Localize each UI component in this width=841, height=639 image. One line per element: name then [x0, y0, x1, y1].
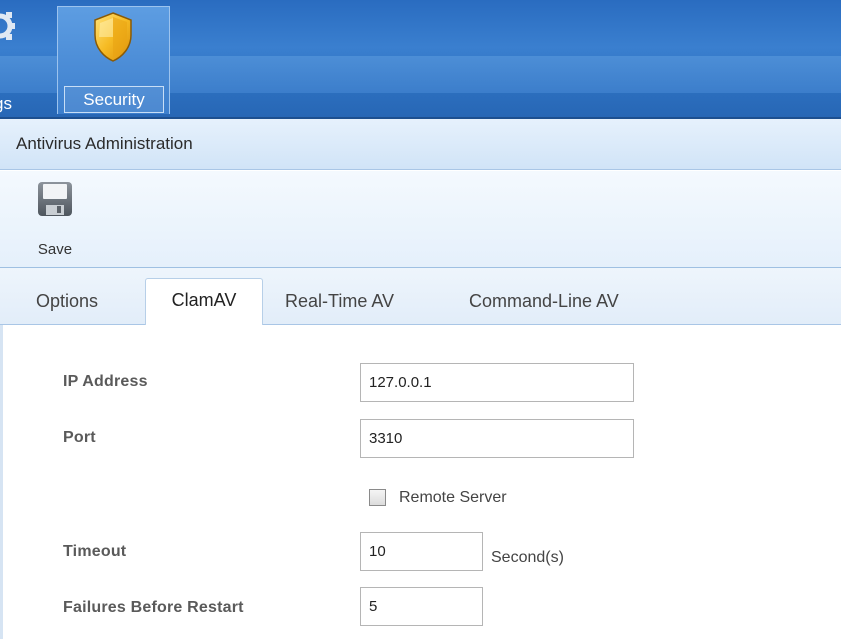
timeout-input[interactable]	[360, 532, 483, 571]
ribbon-item-security-label-box: Security	[64, 86, 164, 113]
shield-icon	[94, 12, 132, 62]
port-input[interactable]	[360, 419, 634, 458]
ip-address-input[interactable]	[360, 363, 634, 402]
ribbon-item-settings-label: gs	[0, 94, 12, 113]
timeout-unit: Second(s)	[491, 549, 564, 566]
tab-strip: Options ClamAV Real-Time AV Command-Line…	[0, 268, 841, 326]
panel-title: Antivirus Administration	[16, 134, 193, 153]
failures-before-restart-input[interactable]	[360, 587, 483, 626]
failures-before-restart-label: Failures Before Restart	[63, 599, 244, 616]
ip-address-label: IP Address	[63, 373, 148, 390]
ribbon-item-settings[interactable]: gs	[0, 6, 52, 114]
ribbon-item-security-label: Security	[83, 90, 145, 109]
left-border	[0, 325, 3, 639]
tab-clamav[interactable]: ClamAV	[145, 278, 263, 326]
tab-command-line-av[interactable]: Command-Line AV	[469, 282, 619, 325]
gear-icon	[0, 12, 15, 40]
save-button[interactable]: Save	[28, 179, 94, 263]
tab-options[interactable]: Options	[36, 282, 98, 325]
remote-server-label: Remote Server	[399, 489, 507, 506]
toolbar: Save	[0, 171, 841, 268]
top-ribbon: gs Security	[0, 0, 841, 119]
ribbon-item-security[interactable]: Security	[57, 6, 170, 114]
timeout-label: Timeout	[63, 543, 127, 560]
save-button-label: Save	[37, 241, 73, 258]
port-label: Port	[63, 429, 96, 446]
panel-titlebar: Antivirus Administration	[0, 119, 841, 170]
clamav-settings-form: IP Address Port Remote Server Timeout Se…	[0, 325, 841, 639]
remote-server-checkbox[interactable]	[369, 489, 386, 506]
floppy-disk-icon	[38, 182, 72, 216]
tab-real-time-av[interactable]: Real-Time AV	[285, 282, 394, 325]
